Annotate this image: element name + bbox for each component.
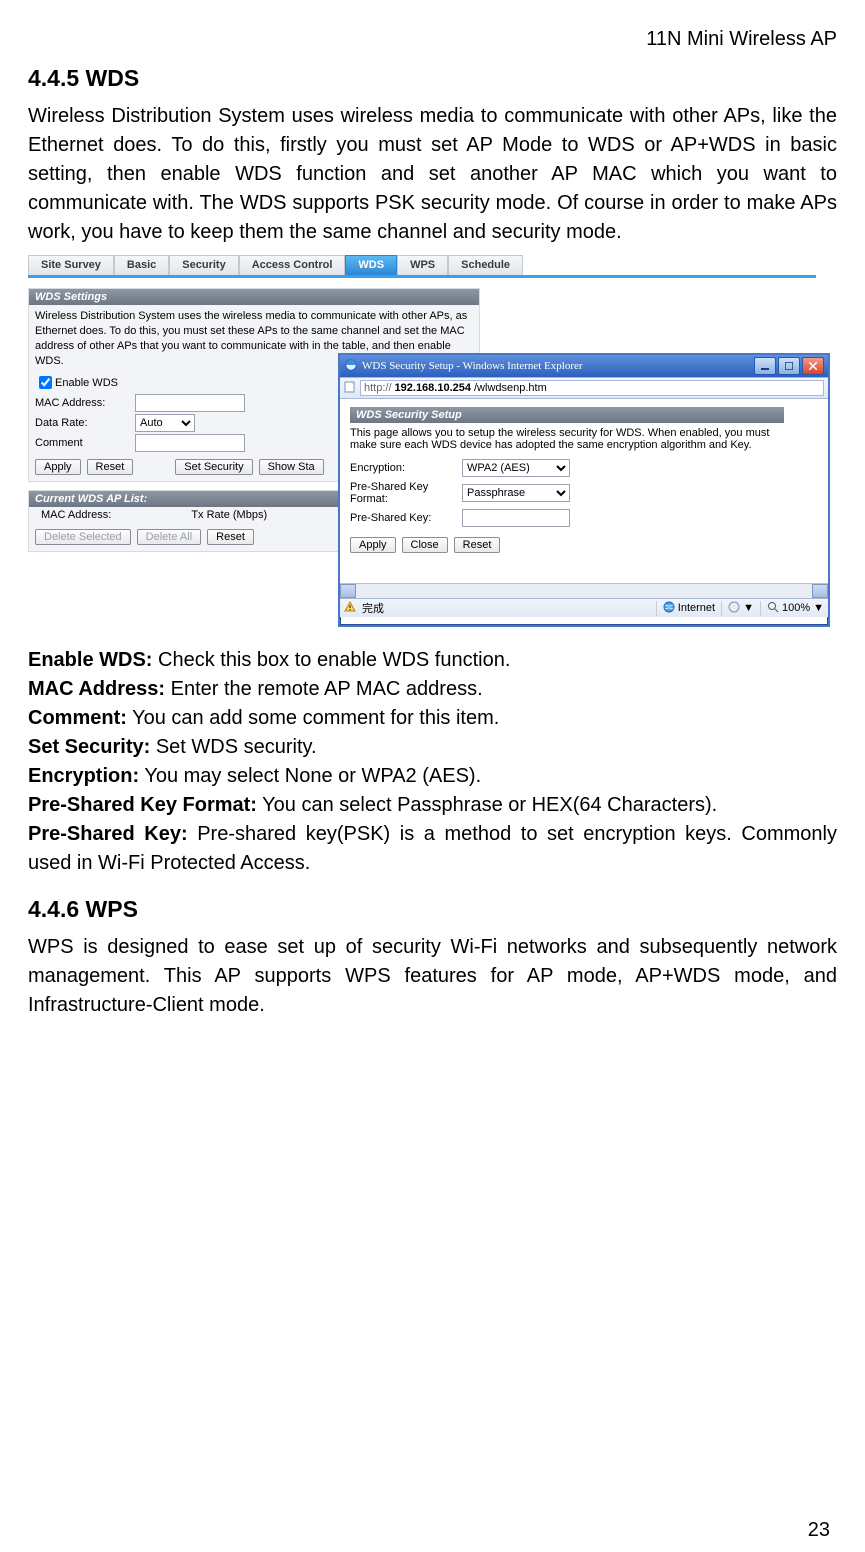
popup-close-button[interactable]: Close <box>402 537 448 553</box>
tab-basic[interactable]: Basic <box>114 255 169 275</box>
tab-security[interactable]: Security <box>169 255 238 275</box>
tab-schedule[interactable]: Schedule <box>448 255 523 275</box>
status-done: 完成 <box>362 600 384 616</box>
term-mac-address: MAC Address: <box>28 678 165 700</box>
desc-enable-wds: Check this box to enable WDS function. <box>152 649 510 671</box>
input-comment[interactable] <box>135 434 245 452</box>
popup-apply-button[interactable]: Apply <box>350 537 396 553</box>
protected-mode-icon <box>728 601 740 616</box>
status-bar: 完成 Internet ▼ <box>340 598 828 617</box>
security-panel-title: WDS Security Setup <box>350 407 784 423</box>
col-tx-rate: Tx Rate (Mbps) <box>191 509 267 521</box>
label-mac-address: MAC Address: <box>35 397 135 409</box>
show-statistics-button[interactable]: Show Sta <box>259 459 324 475</box>
popup-reset-button[interactable]: Reset <box>454 537 501 553</box>
window-titlebar[interactable]: WDS Security Setup - Windows Internet Ex… <box>340 355 828 377</box>
term-set-security: Set Security: <box>28 736 150 758</box>
reset-button[interactable]: Reset <box>87 459 134 475</box>
figure-wds-settings: Site Survey Basic Security Access Contro… <box>28 255 816 638</box>
security-panel-desc: This page allows you to setup the wirele… <box>350 427 770 451</box>
page-header-product: 11N Mini Wireless AP <box>28 28 837 51</box>
definitions-block: Enable WDS: Check this box to enable WDS… <box>28 646 837 878</box>
term-encryption: Encryption: <box>28 765 139 787</box>
address-bar: http://192.168.10.254/wlwdsenp.htm <box>340 377 828 399</box>
page-icon <box>344 381 356 396</box>
url-host: 192.168.10.254 <box>395 382 471 394</box>
intro-wps: WPS is designed to ease set up of securi… <box>28 933 837 1020</box>
desc-mac-address: Enter the remote AP MAC address. <box>165 678 483 700</box>
term-comment: Comment: <box>28 707 127 729</box>
select-encryption[interactable]: WPA2 (AES) <box>462 459 570 477</box>
heading-wps: 4.4.6 WPS <box>28 896 837 923</box>
url-field[interactable]: http://192.168.10.254/wlwdsenp.htm <box>360 380 824 396</box>
minimize-button[interactable] <box>754 357 776 375</box>
globe-icon <box>663 601 675 616</box>
label-psk: Pre-Shared Key: <box>350 512 462 524</box>
label-comment: Comment <box>35 437 135 449</box>
select-data-rate[interactable]: Auto <box>135 414 195 432</box>
status-internet: Internet <box>678 602 715 614</box>
zoom-value: 100% <box>782 602 810 614</box>
desc-encryption: You may select None or WPA2 (AES). <box>139 765 481 787</box>
col-mac-address: MAC Address: <box>41 509 111 521</box>
panel-title-wds: WDS Settings <box>29 289 479 305</box>
label-enable-wds: Enable WDS <box>55 377 155 389</box>
desc-psk-format: You can select Passphrase or HEX(64 Char… <box>257 794 717 816</box>
zoom-icon <box>767 601 779 616</box>
desc-comment: You can add some comment for this item. <box>127 707 499 729</box>
tab-site-survey[interactable]: Site Survey <box>28 255 114 275</box>
select-psk-format[interactable]: Passphrase <box>462 484 570 502</box>
label-data-rate: Data Rate: <box>35 417 135 429</box>
page-number: 23 <box>808 1519 830 1542</box>
set-security-button[interactable]: Set Security <box>175 459 252 475</box>
maximize-button[interactable] <box>778 357 800 375</box>
warning-icon <box>344 601 356 616</box>
checkbox-enable-wds[interactable] <box>39 376 52 389</box>
apply-button[interactable]: Apply <box>35 459 81 475</box>
term-psk: Pre-Shared Key: <box>28 823 188 845</box>
term-psk-format: Pre-Shared Key Format: <box>28 794 257 816</box>
popup-wds-security: WDS Security Setup - Windows Internet Ex… <box>338 353 830 627</box>
url-path: /wlwdsenp.htm <box>474 382 547 394</box>
tab-wps[interactable]: WPS <box>397 255 448 275</box>
term-enable-wds: Enable WDS: <box>28 649 152 671</box>
horizontal-scrollbar[interactable] <box>340 583 828 598</box>
label-psk-format: Pre-Shared Key Format: <box>350 481 462 505</box>
intro-wds: Wireless Distribution System uses wirele… <box>28 102 837 247</box>
input-mac-address[interactable] <box>135 394 245 412</box>
tab-access-control[interactable]: Access Control <box>239 255 346 275</box>
delete-selected-button[interactable]: Delete Selected <box>35 529 131 545</box>
ie-logo-icon <box>344 358 358 375</box>
tab-bar: Site Survey Basic Security Access Contro… <box>28 255 816 278</box>
label-encryption: Encryption: <box>350 462 462 474</box>
delete-all-button[interactable]: Delete All <box>137 529 201 545</box>
reset-aplist-button[interactable]: Reset <box>207 529 254 545</box>
close-button[interactable] <box>802 357 824 375</box>
desc-set-security: Set WDS security. <box>150 736 316 758</box>
window-title: WDS Security Setup - Windows Internet Ex… <box>362 360 583 372</box>
heading-wds: 4.4.5 WDS <box>28 65 837 92</box>
tab-wds[interactable]: WDS <box>345 255 397 275</box>
input-psk[interactable] <box>462 509 570 527</box>
